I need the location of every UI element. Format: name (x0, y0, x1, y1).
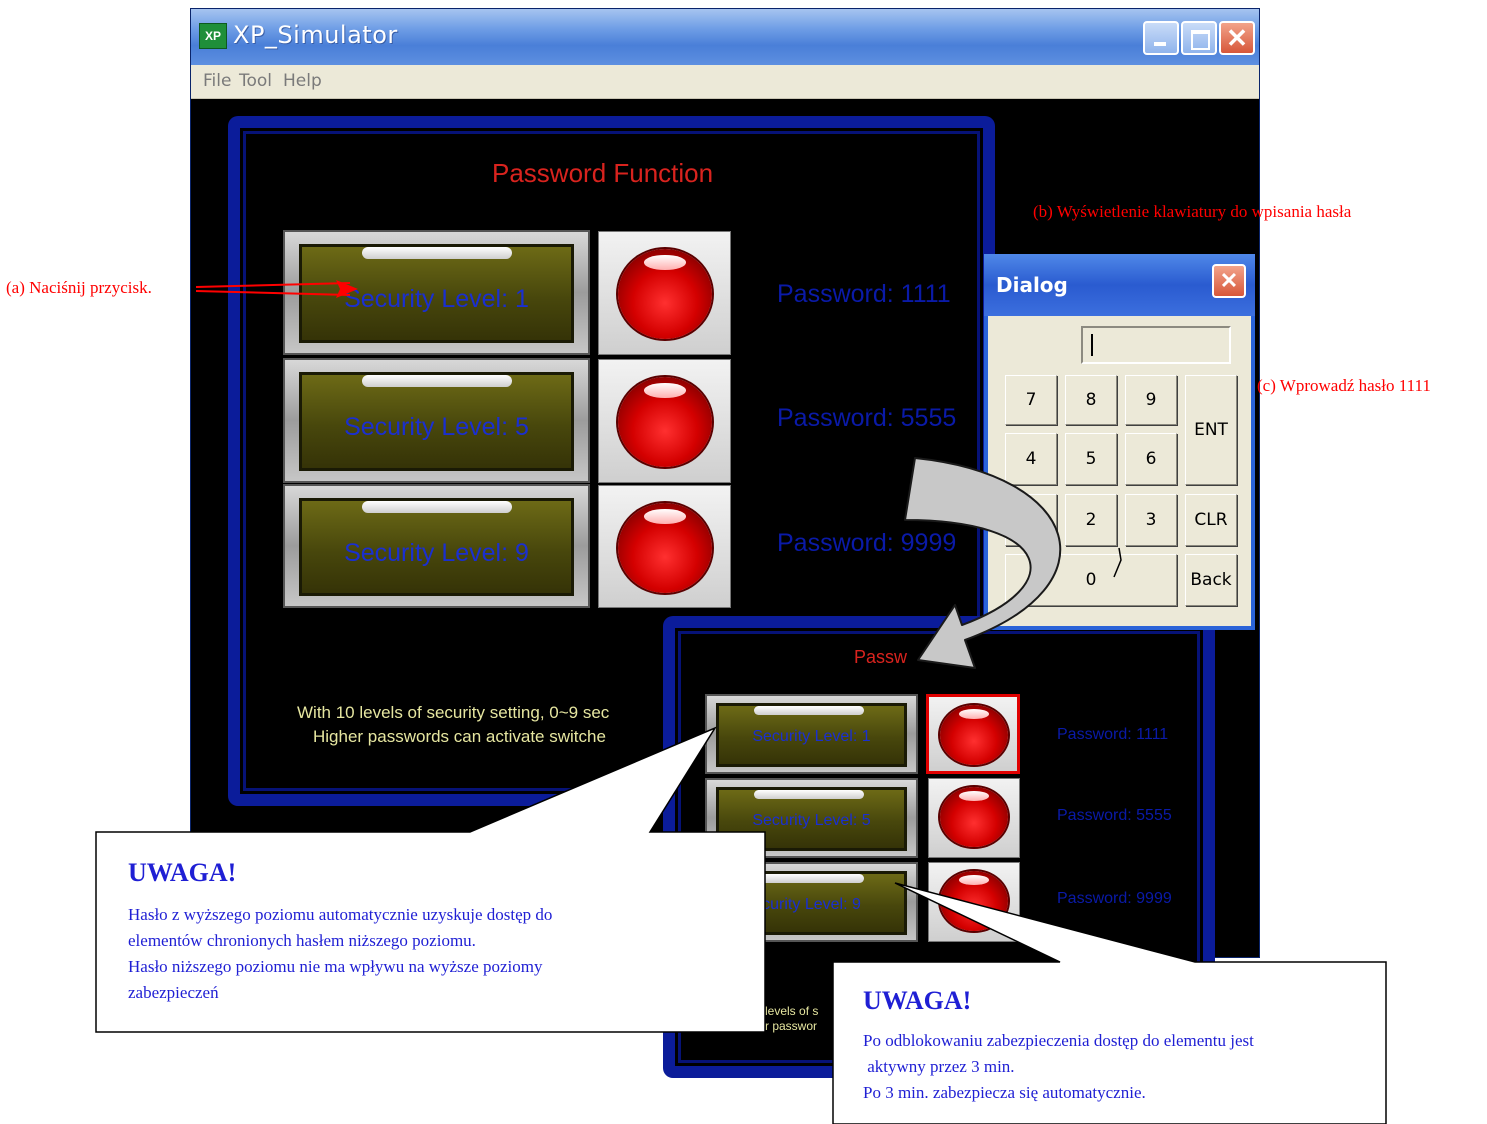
callout-note-2: UWAGA! Po odblokowaniu zabezpieczenia do… (833, 962, 1386, 1124)
callout-1-line: zabezpieczeń (128, 983, 219, 1002)
callout-2-line: Po 3 min. zabezpiecza się automatycznie. (863, 1083, 1146, 1102)
callout-2-line: Po odblokowaniu zabezpieczenia dostęp do… (863, 1031, 1254, 1050)
callout-1-heading: UWAGA! (128, 858, 237, 887)
callout-note-1: UWAGA! Hasło z wyższego poziomu automaty… (96, 832, 765, 1032)
callout-2-line: aktywny przez 3 min. (863, 1057, 1015, 1076)
callout-1-line: Hasło niższego poziomu nie ma wpływu na … (128, 957, 543, 976)
callout-1-line: elementów chronionych hasłem niższego po… (128, 931, 476, 950)
callout-1-line: Hasło z wyższego poziomu automatycznie u… (128, 905, 553, 924)
callout-2-heading: UWAGA! (863, 986, 972, 1015)
